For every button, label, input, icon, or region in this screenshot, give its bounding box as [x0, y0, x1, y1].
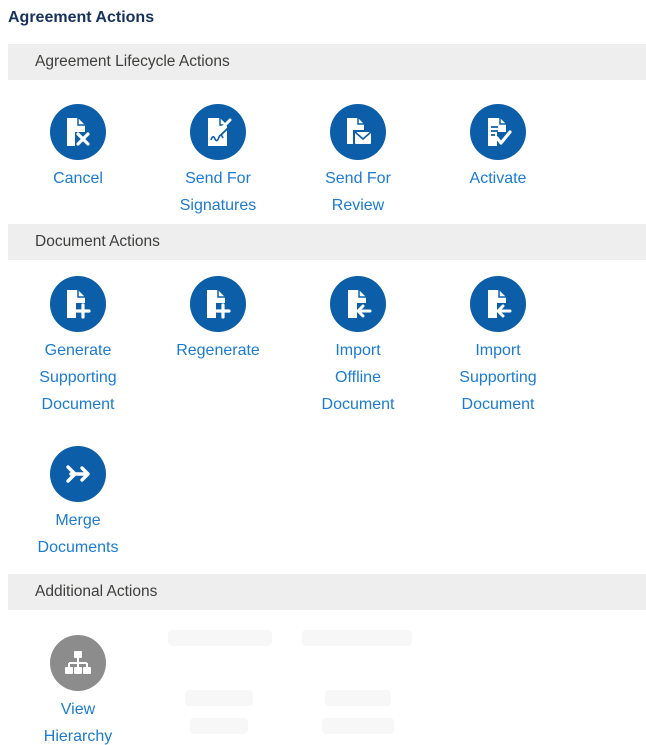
generate-supporting-document-action[interactable]: Generate Supporting Document — [23, 276, 133, 418]
doc-import-icon[interactable] — [470, 276, 526, 332]
import-offline-document-action[interactable]: Import Offline Document — [303, 276, 413, 418]
loading-placeholder — [168, 630, 272, 646]
activate-label[interactable]: Activate — [443, 165, 553, 192]
loading-placeholder — [302, 630, 412, 646]
import-supporting-document-action[interactable]: Import Supporting Document — [443, 276, 553, 418]
cancel-label[interactable]: Cancel — [23, 165, 133, 192]
doc-import-icon[interactable] — [330, 276, 386, 332]
doc-cancel-icon[interactable] — [50, 104, 106, 160]
merge-documents-action[interactable]: Merge Documents — [23, 446, 133, 561]
panel-title: Agreement Actions — [8, 9, 155, 26]
doc-envelope-icon[interactable] — [330, 104, 386, 160]
send-for-signatures-action[interactable]: Send For Signatures — [163, 104, 273, 219]
view-hierarchy-label[interactable]: View Hierarchy — [23, 696, 133, 745]
doc-plus-icon[interactable] — [50, 276, 106, 332]
loading-placeholder — [322, 718, 394, 734]
loading-placeholder — [325, 690, 391, 706]
doc-signature-icon[interactable] — [190, 104, 246, 160]
agreement-actions-panel: Agreement Actions Agreement Lifecycle Ac… — [0, 0, 646, 745]
view-hierarchy-action[interactable]: View Hierarchy — [23, 635, 133, 745]
loading-placeholder — [185, 690, 253, 706]
doc-plus-icon[interactable] — [190, 276, 246, 332]
section-header-additional: Additional Actions — [8, 574, 646, 610]
generate-supporting-document-label[interactable]: Generate Supporting Document — [23, 337, 133, 418]
regenerate-action[interactable]: Regenerate — [163, 276, 273, 364]
loading-placeholder — [190, 718, 248, 734]
merge-documents-label[interactable]: Merge Documents — [23, 507, 133, 561]
import-offline-document-label[interactable]: Import Offline Document — [303, 337, 413, 418]
activate-action[interactable]: Activate — [443, 104, 553, 192]
doc-check-icon[interactable] — [470, 104, 526, 160]
merge-icon[interactable] — [50, 446, 106, 502]
hierarchy-icon[interactable] — [50, 635, 106, 691]
send-for-signatures-label[interactable]: Send For Signatures — [163, 165, 273, 219]
import-supporting-document-label[interactable]: Import Supporting Document — [443, 337, 553, 418]
section-header-document: Document Actions — [8, 224, 646, 260]
send-for-review-label[interactable]: Send For Review — [303, 165, 413, 219]
cancel-action[interactable]: Cancel — [23, 104, 133, 192]
section-header-lifecycle: Agreement Lifecycle Actions — [8, 44, 646, 80]
regenerate-label[interactable]: Regenerate — [163, 337, 273, 364]
send-for-review-action[interactable]: Send For Review — [303, 104, 413, 219]
